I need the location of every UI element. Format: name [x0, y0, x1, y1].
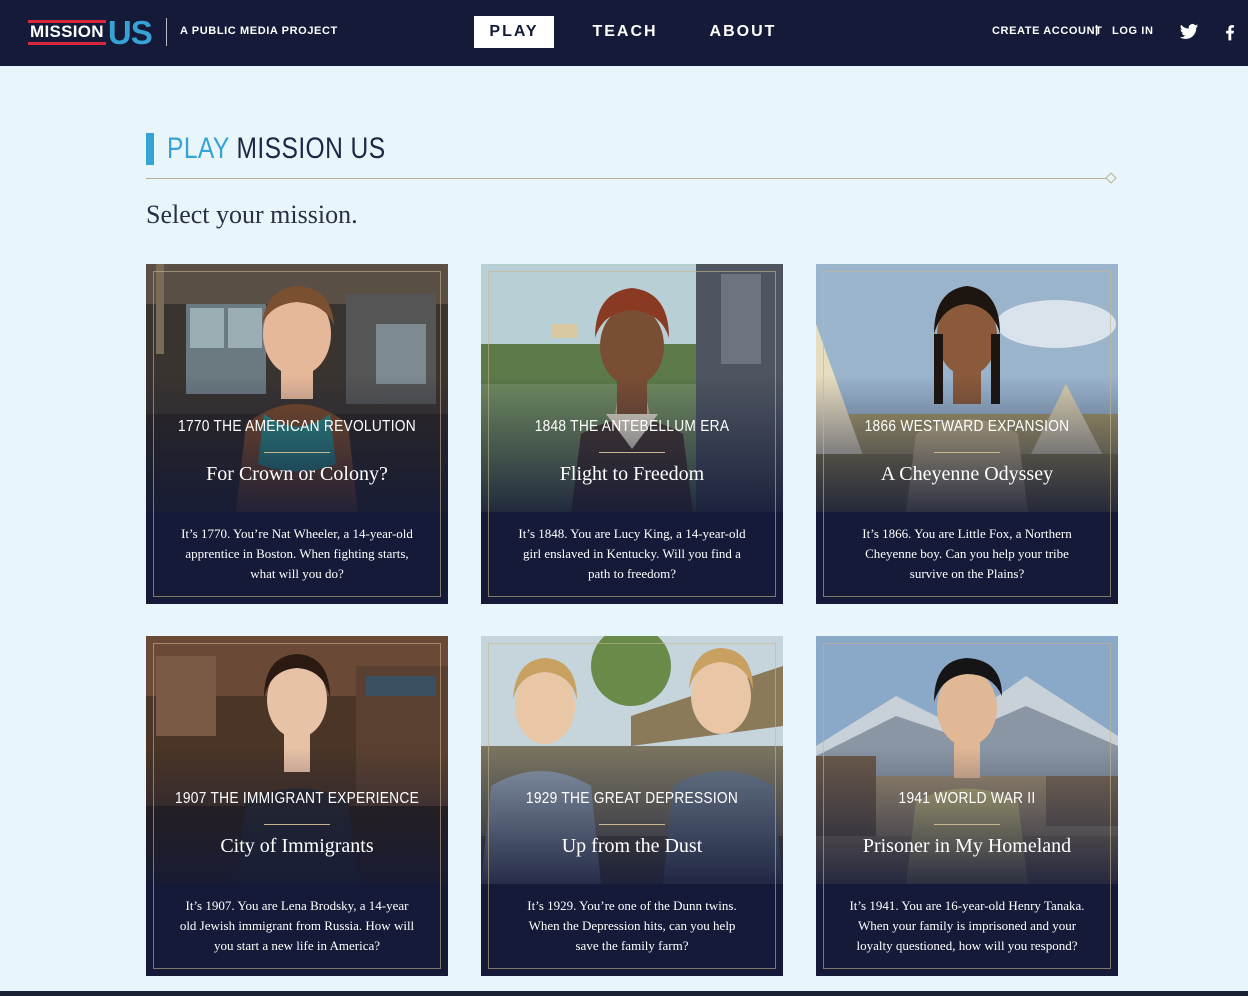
mission-card-1866[interactable]: 1866 WESTWARD EXPANSION A Cheyenne Odyss… [816, 264, 1118, 604]
rule-diamond-ornament [1105, 172, 1117, 184]
mission-description-line: path to freedom? [587, 566, 677, 581]
card-divider [934, 452, 1000, 453]
mission-card-1848[interactable]: 1848 THE ANTEBELLUM ERA Flight to Freedo… [481, 264, 783, 604]
mission-era: 1770 THE AMERICAN REVOLUTION [178, 418, 416, 435]
mission-description-line: you start a new life in America? [213, 938, 381, 953]
mission-description: It’s 1866. You are Little Fox, a Norther… [834, 524, 1100, 584]
nav-play[interactable]: PLAY [474, 16, 554, 48]
mission-card-1941[interactable]: 1941 WORLD WAR II Prisoner in My Homelan… [816, 636, 1118, 976]
mission-description-line: save the family farm? [575, 938, 689, 953]
card-divider [264, 452, 330, 453]
page-title-main: MISSION US [236, 132, 386, 165]
logo-divider [166, 18, 167, 46]
mission-description-line: It’s 1941. You are 16-year-old Henry Tan… [849, 898, 1085, 913]
mission-title: A Cheyenne Odyssey [880, 463, 1054, 485]
create-account-link[interactable]: CREATE ACCOUNT [992, 25, 1102, 37]
logo-us-text: US [107, 13, 153, 51]
mission-us-logo[interactable]: MISSION US [28, 13, 153, 51]
heading-accent-bar [146, 133, 154, 165]
twitter-icon[interactable] [1179, 22, 1199, 42]
mission-description: It’s 1929. You’re one of the Dunn twins.… [499, 896, 765, 956]
next-section-edge [0, 991, 1248, 996]
mission-description: It’s 1770. You’re Nat Wheeler, a 14-year… [164, 524, 430, 584]
mission-description-line: apprentice in Boston. When fighting star… [185, 546, 409, 561]
mission-era: 1866 WESTWARD EXPANSION [864, 418, 1070, 435]
mission-era: 1907 THE IMMIGRANT EXPERIENCE [174, 790, 420, 807]
mission-description-line: It’s 1770. You’re Nat Wheeler, a 14-year… [181, 526, 413, 541]
card-divider [934, 824, 1000, 825]
mission-description-line: old Jewish immigrant from Russia. How wi… [179, 918, 415, 933]
mission-description-line: It’s 1848. You are Lucy King, a 14-year-… [518, 526, 746, 541]
logo-mission-text: MISSION [28, 19, 106, 46]
mission-description-line: Cheyenne boy. Can you help your tribe [865, 546, 1069, 561]
mission-description-line: It’s 1866. You are Little Fox, a Norther… [862, 526, 1072, 541]
mission-description-line: It’s 1907. You are Lena Brodsky, a 14-ye… [185, 898, 409, 913]
nav-teach[interactable]: TEACH [588, 16, 662, 48]
mission-title: City of Immigrants [220, 835, 374, 857]
mission-description: It’s 1907. You are Lena Brodsky, a 14-ye… [164, 896, 430, 956]
page-title: PLAY MISSION US [167, 131, 386, 167]
log-in-link[interactable]: LOG IN [1112, 25, 1154, 37]
tagline: A PUBLIC MEDIA PROJECT [180, 25, 338, 37]
top-nav-bar: MISSION US A PUBLIC MEDIA PROJECT PLAY T… [0, 0, 1248, 66]
mission-card-1907[interactable]: 1907 THE IMMIGRANT EXPERIENCE City of Im… [146, 636, 448, 976]
mission-description-line: what will you do? [250, 566, 344, 581]
page-title-accent: PLAY [167, 132, 230, 165]
mission-title: Up from the Dust [561, 835, 703, 857]
page-subtitle: Select your mission. [146, 200, 358, 229]
mission-era: 1848 THE ANTEBELLUM ERA [534, 418, 730, 435]
card-divider [599, 452, 665, 453]
mission-description-line: When your family is imprisoned and your [857, 918, 1077, 933]
card-divider [264, 824, 330, 825]
mission-description-line: loyalty questioned, how will you respond… [856, 938, 1078, 953]
mission-description: It’s 1848. You are Lucy King, a 14-year-… [499, 524, 765, 584]
mission-description-line: girl enslaved in Kentucky. Will you find… [523, 546, 741, 561]
mission-era: 1929 THE GREAT DEPRESSION [525, 790, 739, 807]
facebook-icon[interactable] [1220, 22, 1240, 42]
mission-card-1770[interactable]: 1770 THE AMERICAN REVOLUTION For Crown o… [146, 264, 448, 604]
card-divider [599, 824, 665, 825]
mission-era: 1941 WORLD WAR II [898, 790, 1036, 807]
mission-title: Prisoner in My Homeland [862, 835, 1072, 857]
mission-description-line: It’s 1929. You’re one of the Dunn twins. [527, 898, 737, 913]
mission-description-line: When the Depression hits, can you help [528, 918, 736, 933]
nav-about[interactable]: ABOUT [705, 16, 781, 48]
heading-rule [146, 178, 1108, 179]
mission-description: It’s 1941. You are 16-year-old Henry Tan… [834, 896, 1100, 956]
account-separator: | [1095, 24, 1099, 36]
mission-title: Flight to Freedom [559, 463, 705, 485]
mission-title: For Crown or Colony? [206, 463, 388, 485]
mission-description-line: survive on the Plains? [909, 566, 1025, 581]
mission-card-1929[interactable]: 1929 THE GREAT DEPRESSION Up from the Du… [481, 636, 783, 976]
